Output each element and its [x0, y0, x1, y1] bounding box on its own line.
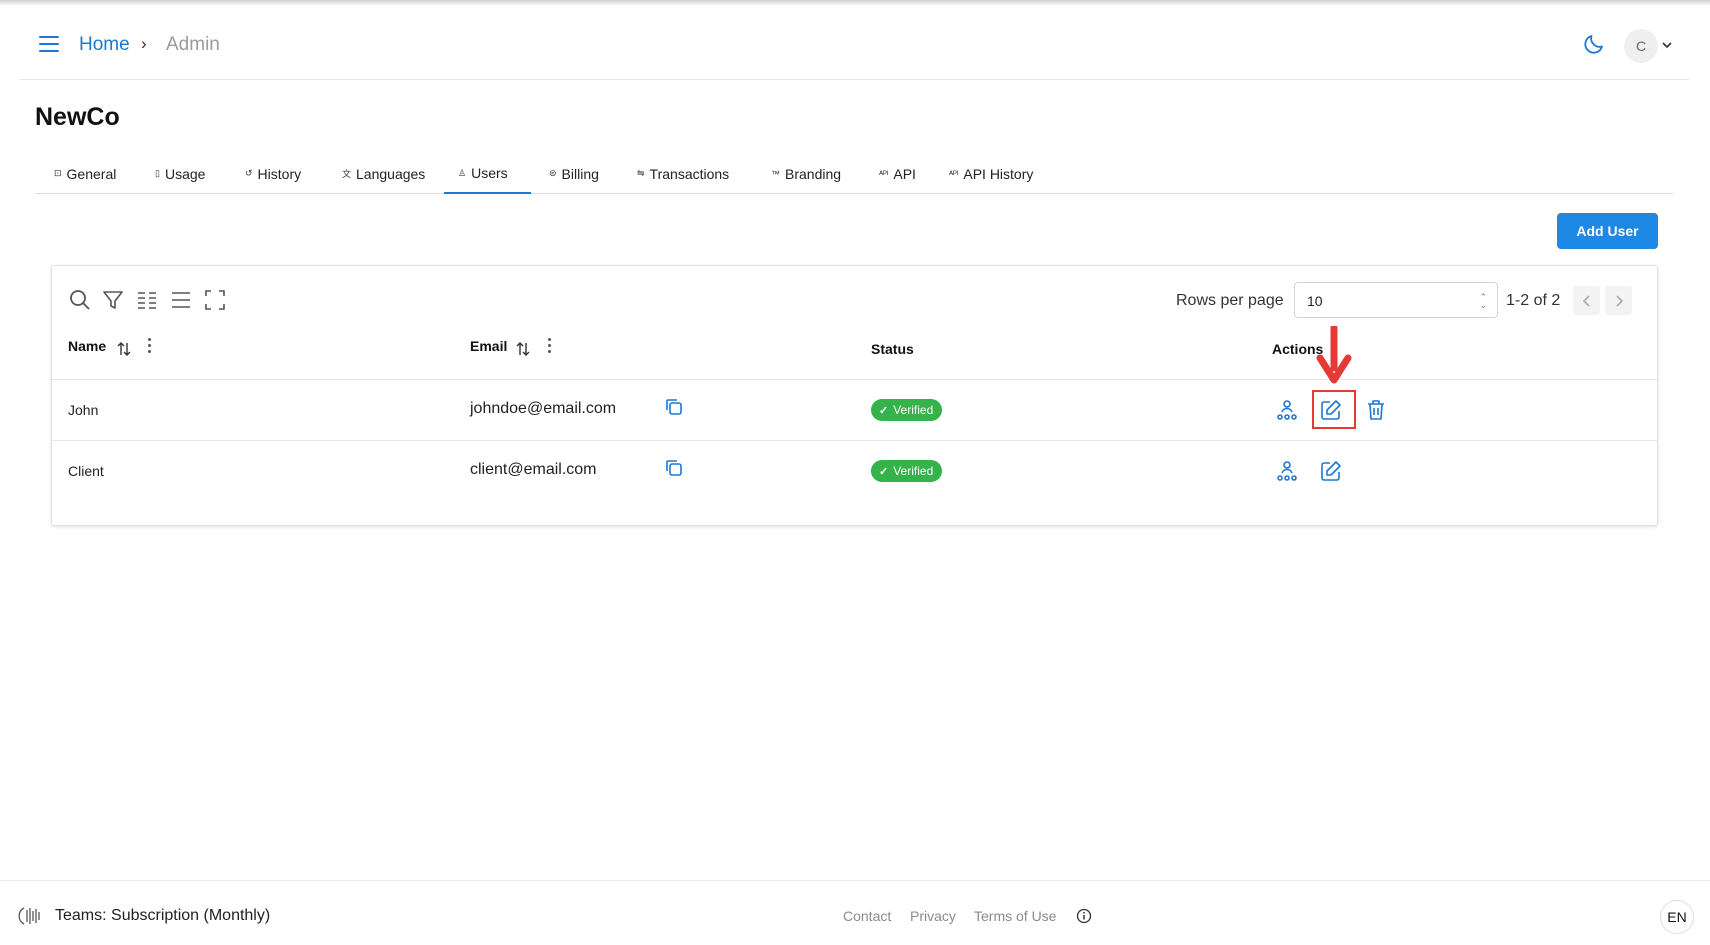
tab-api-history[interactable]: ᴬᴾᴵ API History: [947, 154, 1035, 193]
tab-label: API: [893, 165, 916, 182]
transactions-icon: ⇋: [637, 168, 645, 178]
api-icon: ᴬᴾᴵ: [879, 168, 889, 179]
copy-icon[interactable]: [664, 397, 684, 417]
tab-languages[interactable]: 文 Languages: [340, 154, 427, 193]
tab-billing[interactable]: ⊜ Billing: [547, 154, 601, 193]
privacy-link[interactable]: Privacy: [910, 908, 956, 924]
sort-icon[interactable]: [515, 341, 531, 357]
add-user-button[interactable]: Add User: [1557, 213, 1658, 249]
user-email: client@email.com: [470, 461, 597, 478]
history-icon: ↺: [245, 168, 253, 178]
trash-icon[interactable]: [1364, 398, 1388, 422]
breadcrumb-home-link[interactable]: Home: [79, 34, 130, 56]
api-icon: ᴬᴾᴵ: [949, 168, 959, 179]
user-icon: ♙: [458, 167, 467, 178]
tab-branding[interactable]: ™ Branding: [769, 154, 843, 193]
app-footer: Teams: Subscription (Monthly) Contact Pr…: [0, 880, 1710, 945]
rows-per-page-value: 10: [1307, 293, 1323, 309]
edit-icon[interactable]: [1319, 459, 1343, 483]
filter-icon[interactable]: [101, 288, 125, 312]
billing-icon: ⊜: [549, 168, 557, 178]
avatar-initial: C: [1635, 38, 1647, 54]
subscription-plan: Teams: Subscription (Monthly): [55, 907, 271, 924]
dark-mode-moon-icon[interactable]: [1582, 32, 1606, 56]
breadcrumb-chevron-icon: ›: [141, 34, 147, 53]
tab-bar: ⊡ General ▯ Usage ↺ History 文 Languages ♙ Use…: [35, 154, 1673, 194]
company-logo-icon: [18, 907, 40, 925]
tab-users[interactable]: ♙ Users: [444, 154, 531, 194]
red-arrow-annotation: [1316, 326, 1352, 384]
tab-label: History: [257, 165, 302, 182]
density-icon[interactable]: [169, 288, 193, 312]
trademark-icon: ™: [771, 168, 780, 179]
status-badge: ✓ Verified: [871, 399, 943, 421]
tab-usage[interactable]: ▯ Usage: [153, 154, 207, 193]
tab-history[interactable]: ↺ History: [243, 154, 303, 193]
column-menu-icon[interactable]: [546, 338, 552, 354]
column-header-email[interactable]: Email: [470, 338, 507, 354]
tab-api[interactable]: ᴬᴾᴵ API: [877, 154, 918, 193]
database-icon: ▯: [155, 168, 160, 178]
check-icon: ✓: [879, 404, 889, 417]
column-header-name[interactable]: Name: [68, 338, 106, 354]
user-name: John: [68, 402, 99, 418]
users-table: Rows per page 10 ⌃ ⌄ 1-2 of 2 Name Email …: [51, 265, 1658, 526]
tab-general[interactable]: ⊡ General: [52, 154, 118, 193]
language-selector[interactable]: EN: [1660, 900, 1694, 934]
search-icon[interactable]: [68, 288, 92, 312]
user-hierarchy-icon[interactable]: [1275, 398, 1299, 422]
tab-label: Users: [471, 165, 508, 181]
page-title: NewCo: [35, 103, 120, 131]
translate-icon: 文: [342, 169, 352, 179]
status-label: Verified: [893, 464, 934, 478]
pagination-count: 1-2 of 2: [1506, 292, 1561, 309]
tab-label: Billing: [561, 165, 599, 182]
terms-link[interactable]: Terms of Use: [974, 908, 1056, 924]
sort-icon[interactable]: [116, 341, 132, 357]
tab-label: Languages: [356, 165, 426, 182]
chevron-right-icon: [1615, 294, 1623, 307]
tab-label: Transactions: [649, 165, 730, 182]
fullscreen-icon[interactable]: [203, 288, 227, 312]
chevron-down-icon[interactable]: [1661, 39, 1673, 51]
info-square-icon: ⊡: [54, 168, 62, 178]
user-email: johndoe@email.com: [470, 400, 617, 417]
chevron-left-icon: [1582, 294, 1590, 307]
tab-label: General: [66, 165, 117, 182]
user-name: Client: [68, 463, 104, 479]
app-header: Home › Admin C: [19, 6, 1689, 80]
info-icon[interactable]: [1076, 908, 1092, 924]
previous-page-button[interactable]: [1573, 286, 1600, 315]
copy-icon[interactable]: [664, 458, 684, 478]
check-icon: ✓: [879, 465, 889, 478]
tab-transactions[interactable]: ⇋ Transactions: [635, 154, 731, 193]
highlight-box: [1312, 390, 1356, 429]
user-hierarchy-icon[interactable]: [1275, 459, 1299, 483]
hamburger-menu-icon[interactable]: [39, 36, 59, 52]
row-divider: [52, 440, 1657, 441]
tab-label: API History: [963, 165, 1034, 182]
rows-per-page-select[interactable]: 10 ⌃ ⌄: [1294, 282, 1498, 318]
columns-icon[interactable]: [135, 288, 159, 312]
tab-label: Branding: [785, 165, 842, 182]
status-badge: ✓ Verified: [871, 460, 943, 482]
next-page-button[interactable]: [1605, 286, 1632, 315]
contact-link[interactable]: Contact: [843, 908, 891, 924]
status-label: Verified: [893, 403, 934, 417]
tab-label: Usage: [164, 165, 206, 182]
column-header-status: Status: [871, 341, 914, 357]
select-arrows-icon: ⌃ ⌄: [1479, 292, 1487, 310]
column-menu-icon[interactable]: [146, 338, 152, 354]
header-divider: [52, 379, 1657, 380]
language-code: EN: [1667, 909, 1687, 925]
breadcrumb-current: Admin: [166, 34, 220, 55]
rows-per-page-label: Rows per page: [1176, 292, 1284, 309]
user-avatar[interactable]: C: [1624, 29, 1658, 63]
